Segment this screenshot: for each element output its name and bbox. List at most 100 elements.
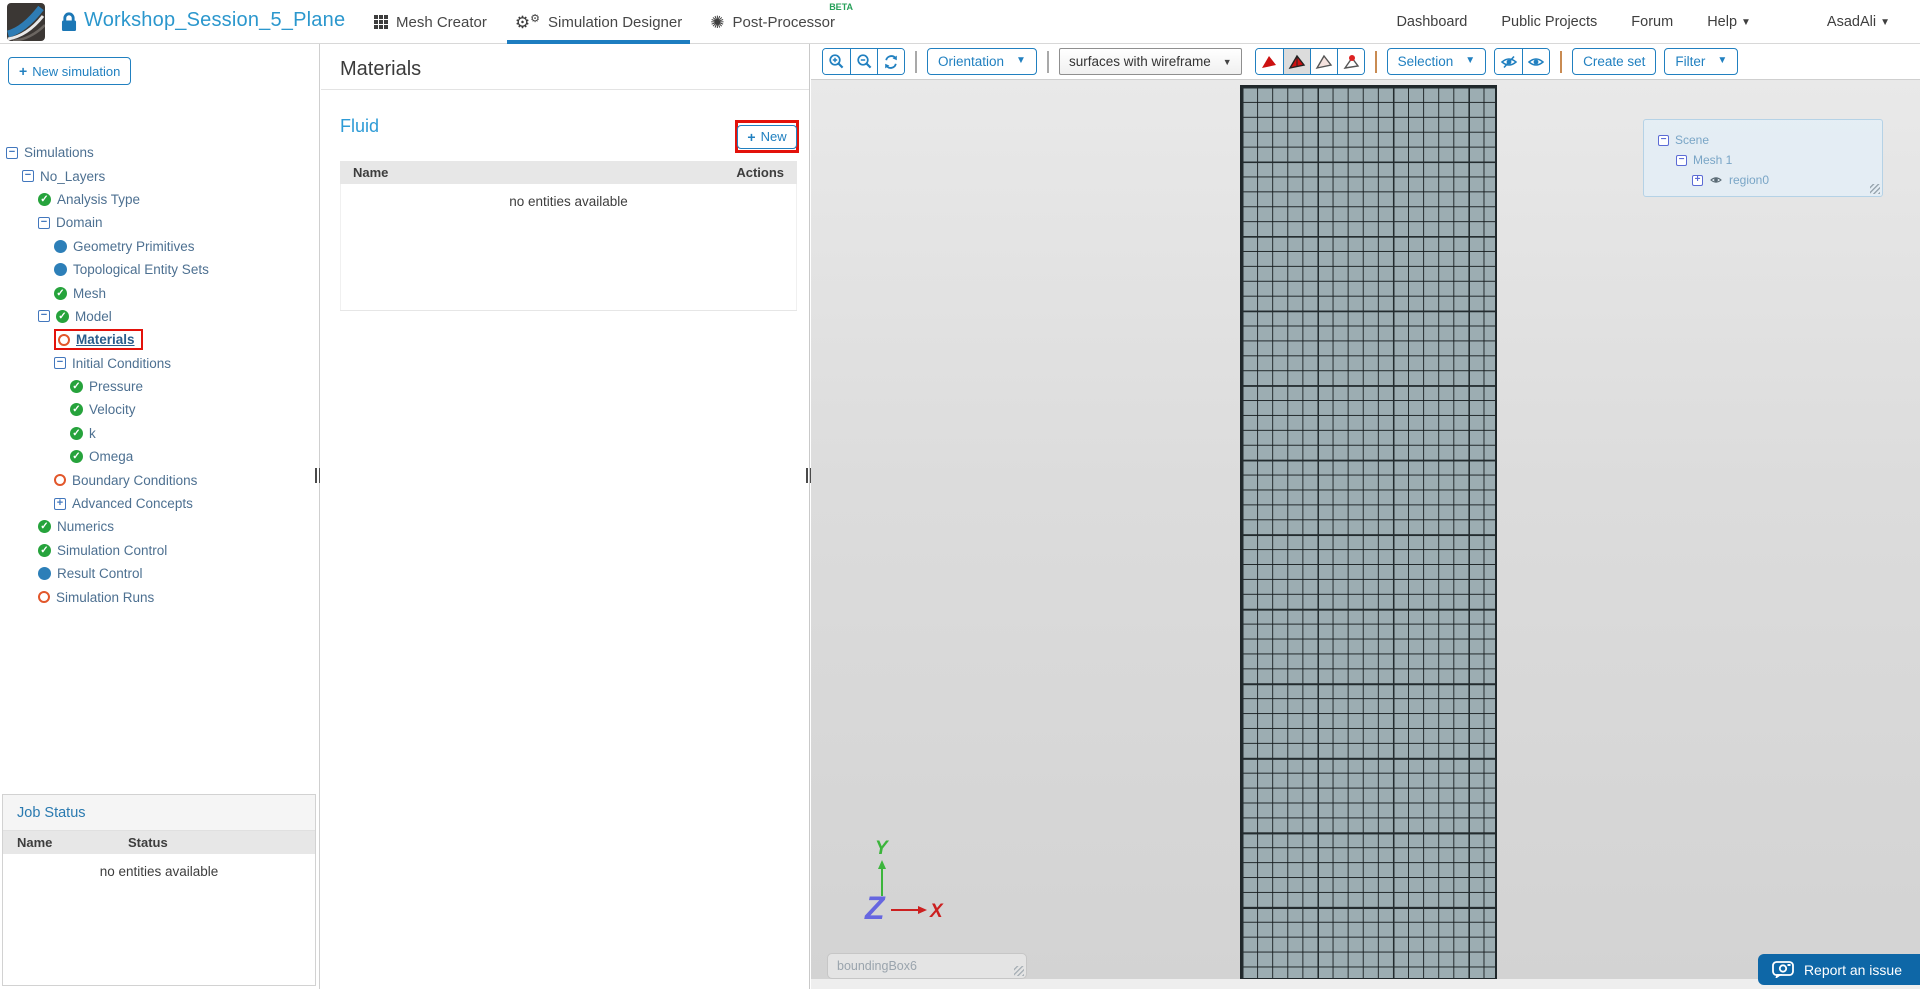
points-mode-button[interactable] bbox=[1336, 49, 1364, 74]
collapse-icon[interactable]: − bbox=[6, 146, 18, 159]
hide-selected-button[interactable] bbox=[1495, 49, 1523, 74]
simscale-app: Workshop_Session_5_Plane Mesh Creator ⚙⚙… bbox=[0, 0, 1920, 989]
materials-panel: Materials Fluid + New Name Actions no en… bbox=[321, 44, 810, 989]
tree-item-geometry-primitives[interactable]: Geometry Primitives bbox=[0, 235, 317, 258]
tab-label: Mesh Creator bbox=[396, 13, 487, 31]
mesh-region[interactable] bbox=[1240, 85, 1497, 979]
vertex-triangle-icon bbox=[1343, 54, 1359, 69]
column-actions: Actions bbox=[736, 165, 784, 180]
nav-public-projects[interactable]: Public Projects bbox=[1501, 14, 1597, 30]
tree-item-label: Topological Entity Sets bbox=[73, 262, 209, 278]
toolbar-separator bbox=[1374, 50, 1377, 73]
render-canvas[interactable]: − Scene − Mesh 1 + region0 Y Z X boundin… bbox=[811, 79, 1920, 979]
tree-item-pressure[interactable]: ✓ Pressure bbox=[0, 375, 317, 398]
panel-resize-handle[interactable] bbox=[315, 468, 321, 483]
tab-mesh-creator[interactable]: Mesh Creator bbox=[360, 0, 501, 44]
bounding-box-input[interactable]: boundingBox6 bbox=[827, 953, 1027, 979]
tree-item-label: Velocity bbox=[89, 402, 136, 418]
materials-table-header: Name Actions bbox=[340, 161, 797, 184]
viewport-toolbar: Orientation▼ surfaces with wireframe▼ bbox=[811, 44, 1920, 79]
surface-wireframe-mode-button[interactable] bbox=[1282, 49, 1310, 74]
chevron-down-icon: ▼ bbox=[1741, 17, 1751, 28]
orientation-dropdown[interactable]: Orientation ▼ bbox=[927, 48, 1037, 75]
tree-item-omega[interactable]: ✓ Omega bbox=[0, 445, 317, 468]
column-name: Name bbox=[17, 835, 53, 850]
grid-icon bbox=[374, 15, 388, 29]
expand-icon[interactable]: + bbox=[54, 497, 66, 510]
status-incomplete-icon bbox=[58, 333, 70, 346]
nav-help-menu[interactable]: Help ▼ bbox=[1707, 14, 1751, 30]
outline-triangle-icon bbox=[1315, 54, 1332, 69]
report-issue-button[interactable]: Report an issue bbox=[1757, 954, 1920, 985]
nav-user-menu[interactable]: AsadAli ▼ bbox=[1827, 14, 1890, 30]
zoom-tool-group bbox=[822, 48, 905, 75]
tree-item-label: Geometry Primitives bbox=[73, 238, 195, 254]
expand-icon[interactable]: + bbox=[1692, 174, 1703, 186]
top-bar: Workshop_Session_5_Plane Mesh Creator ⚙⚙… bbox=[0, 0, 1920, 44]
status-info-icon bbox=[54, 263, 67, 277]
column-status: Status bbox=[128, 835, 168, 850]
eye-icon[interactable] bbox=[1709, 175, 1723, 185]
tree-item-velocity[interactable]: ✓ Velocity bbox=[0, 398, 317, 421]
new-material-button[interactable]: + New bbox=[737, 124, 797, 149]
tree-item-analysis-type[interactable]: ✓ Analysis Type bbox=[0, 188, 317, 211]
tab-simulation-designer[interactable]: ⚙⚙ Simulation Designer bbox=[501, 0, 696, 44]
tree-item-topological-entity-sets[interactable]: Topological Entity Sets bbox=[0, 258, 317, 281]
render-style-group bbox=[1254, 48, 1365, 75]
camera-feedback-icon bbox=[1772, 961, 1794, 978]
tree-item-domain[interactable]: − Domain bbox=[0, 211, 317, 234]
tree-item-k[interactable]: ✓ k bbox=[0, 422, 317, 445]
create-set-button[interactable]: Create set bbox=[1572, 48, 1657, 75]
nav-forum[interactable]: Forum bbox=[1631, 14, 1673, 30]
resize-handle[interactable] bbox=[1014, 966, 1024, 976]
simscale-logo-icon[interactable] bbox=[7, 3, 45, 41]
scene-tree-item-region[interactable]: + region0 bbox=[1658, 170, 1882, 190]
tree-item-result-control[interactable]: Result Control bbox=[0, 562, 317, 585]
tree-item-label: Model bbox=[75, 308, 112, 324]
tab-post-processor[interactable]: ✺ Post-Processor BETA bbox=[696, 0, 853, 44]
scene-tree-item-scene[interactable]: − Scene bbox=[1658, 130, 1882, 150]
filter-dropdown[interactable]: Filter ▼ bbox=[1664, 48, 1739, 75]
tree-item-boundary-conditions[interactable]: Boundary Conditions bbox=[0, 468, 317, 491]
chevron-down-icon: ▼ bbox=[1016, 55, 1026, 66]
zoom-in-button[interactable] bbox=[823, 49, 850, 74]
collapse-icon[interactable]: − bbox=[38, 310, 50, 323]
tree-item-initial-conditions[interactable]: − Initial Conditions bbox=[0, 352, 317, 375]
zoom-out-button[interactable] bbox=[850, 49, 877, 74]
collapse-icon[interactable]: − bbox=[38, 216, 50, 229]
beta-badge: BETA bbox=[829, 2, 854, 12]
collapse-icon[interactable]: − bbox=[1658, 134, 1669, 146]
collapse-icon[interactable]: − bbox=[1676, 154, 1687, 166]
visibility-tool-group bbox=[1494, 48, 1551, 75]
tree-item-model[interactable]: − ✓ Model bbox=[0, 305, 317, 328]
axis-z-label: Z bbox=[864, 890, 886, 926]
tree-item-label: Boundary Conditions bbox=[72, 472, 198, 488]
tree-item-no-layers[interactable]: − No_Layers bbox=[0, 164, 317, 187]
new-simulation-button[interactable]: + New simulation bbox=[8, 57, 132, 85]
tree-item-label: Simulation Runs bbox=[56, 589, 155, 605]
show-selected-button[interactable] bbox=[1522, 49, 1550, 74]
eye-icon bbox=[1527, 57, 1545, 66]
tree-item-label: Omega bbox=[89, 449, 134, 465]
tree-item-advanced-concepts[interactable]: + Advanced Concepts bbox=[0, 492, 317, 515]
tree-item-numerics[interactable]: ✓ Numerics bbox=[0, 515, 317, 538]
render-mode-select[interactable]: surfaces with wireframe ▼ bbox=[1058, 48, 1242, 75]
panel-resize-handle[interactable] bbox=[806, 468, 812, 483]
wireframe-mode-button[interactable] bbox=[1309, 49, 1337, 74]
gears-icon: ⚙⚙ bbox=[514, 12, 540, 32]
resize-handle[interactable] bbox=[1870, 184, 1880, 194]
scene-tree-item-mesh[interactable]: − Mesh 1 bbox=[1658, 150, 1882, 170]
tree-item-simulation-control[interactable]: ✓ Simulation Control bbox=[0, 539, 317, 562]
collapse-icon[interactable]: − bbox=[54, 357, 66, 370]
collapse-icon[interactable]: − bbox=[22, 170, 34, 183]
tree-item-simulation-runs[interactable]: Simulation Runs bbox=[0, 585, 317, 608]
tree-item-materials[interactable]: Materials bbox=[0, 328, 317, 351]
workbench-tabs: Mesh Creator ⚙⚙ Simulation Designer ✺ Po… bbox=[360, 0, 853, 44]
surface-mode-button[interactable] bbox=[1255, 49, 1283, 74]
selection-dropdown[interactable]: Selection ▼ bbox=[1386, 48, 1487, 75]
nav-dashboard[interactable]: Dashboard bbox=[1396, 14, 1467, 30]
tree-item-mesh[interactable]: ✓ Mesh bbox=[0, 281, 317, 304]
tree-item-simulations[interactable]: − Simulations bbox=[0, 141, 317, 164]
tree-item-label: Initial Conditions bbox=[72, 355, 172, 371]
reset-view-button[interactable] bbox=[877, 49, 904, 74]
